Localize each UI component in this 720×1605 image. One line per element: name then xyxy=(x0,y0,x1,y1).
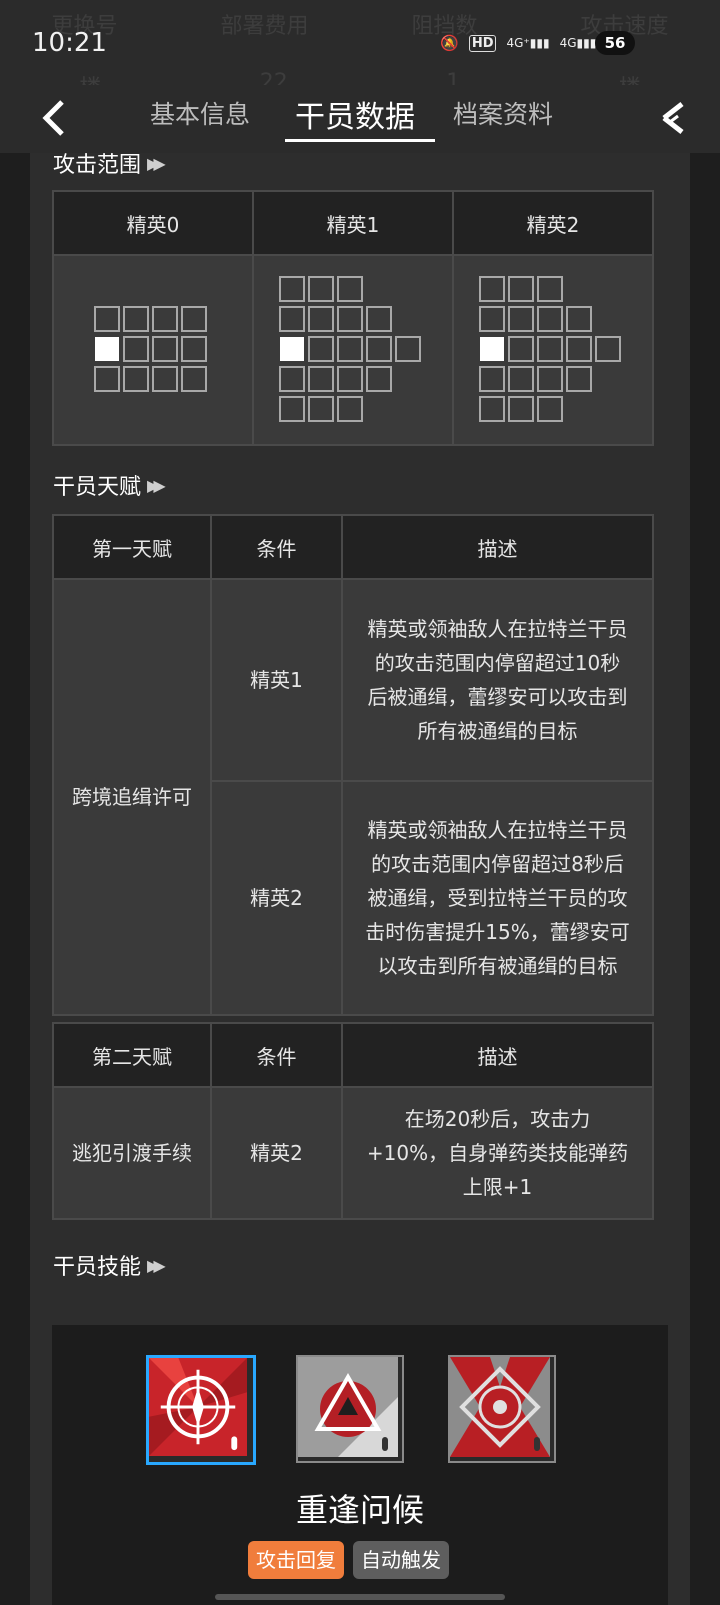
top-nav: 基本信息 干员数据 档案资料 xyxy=(0,85,720,153)
talent1-name: 跨境追缉许可 xyxy=(52,578,212,1016)
double-arrow-icon: ▶▶ xyxy=(147,153,165,173)
status-icons: 🔕 HD 4G⁺▮▮▮ 4G▮▮▮ 📶 xyxy=(440,28,720,58)
talent2-name: 逃犯引渡手续 xyxy=(52,1086,212,1220)
skill-1-button[interactable] xyxy=(146,1355,256,1465)
talent1-header-condition: 条件 xyxy=(210,514,343,580)
range-cell-e0 xyxy=(52,254,254,446)
skill-name: 重逢问候 xyxy=(295,1491,424,1529)
chevron-left-icon xyxy=(42,100,64,136)
talent1-condition-e1: 精英1 xyxy=(210,578,343,782)
talent2-header-name: 第二天赋 xyxy=(52,1022,212,1088)
signal-icon: 4G⁺▮▮▮ xyxy=(506,36,550,50)
mute-icon: 🔕 xyxy=(440,34,459,52)
range-grid-e0 xyxy=(94,306,207,392)
tab-basic-info[interactable]: 基本信息 xyxy=(150,95,250,131)
skills-section-title: 干员技能 ▶▶ xyxy=(53,1249,165,1281)
signal-icon: 4G▮▮▮ xyxy=(559,36,597,50)
double-arrow-icon: ▶▶ xyxy=(147,1255,165,1275)
talent2-condition: 精英2 xyxy=(210,1086,343,1220)
talent2-description: 在场20秒后，攻击力+10%，自身弹药类技能弹药上限+1 xyxy=(341,1086,654,1220)
status-time: 10:21 xyxy=(32,28,107,58)
back-button[interactable] xyxy=(28,93,78,143)
triangle-skill-icon xyxy=(298,1357,398,1457)
talent-title: 干员天赋 xyxy=(53,475,142,500)
skills-title: 干员技能 xyxy=(53,1255,142,1280)
faded-label: 部署费用 xyxy=(220,14,309,39)
talent2-header-condition: 条件 xyxy=(210,1022,343,1088)
range-header-e0: 精英0 xyxy=(52,190,254,256)
status-bar: 更换号 部署费用 阻挡数 攻击速度 楼 22 1 楼 10:21 🔕 HD 4G… xyxy=(0,0,720,101)
skill-2-button[interactable] xyxy=(296,1355,404,1463)
tab-archive[interactable]: 档案资料 xyxy=(453,95,553,131)
range-grid-e1 xyxy=(279,276,421,422)
skill-tag-recovery: 攻击回复 xyxy=(248,1541,344,1579)
talent1-table: 第一天赋 条件 描述 跨境追缉许可 精英1 精英或领袖敌人在拉特兰干员的攻击范围… xyxy=(52,514,654,1016)
skill-3-button[interactable] xyxy=(448,1355,556,1463)
range-header-e2: 精英2 xyxy=(452,190,654,256)
crosshair-skill-icon xyxy=(149,1358,247,1456)
talent1-description-e2: 精英或领袖敌人在拉特兰干员的攻击范围内停留超过8秒后被通缉，受到拉特兰干员的攻击… xyxy=(341,780,654,1016)
hd-icon: HD xyxy=(468,34,497,52)
talent-section-title: 干员天赋 ▶▶ xyxy=(53,469,165,501)
share-button[interactable] xyxy=(648,93,698,143)
range-section-title: 攻击范围 ▶▶ xyxy=(53,153,165,179)
range-grid-e2 xyxy=(479,276,621,422)
talent1-header-name: 第一天赋 xyxy=(52,514,212,580)
talent1-header-description: 描述 xyxy=(341,514,654,580)
range-header-e1: 精英1 xyxy=(252,190,454,256)
skill-tag-trigger: 自动触发 xyxy=(353,1541,449,1579)
talent2-table: 第二天赋 条件 描述 逃犯引渡手续 精英2 在场20秒后，攻击力+10%，自身弹… xyxy=(52,1022,654,1220)
range-cell-e1 xyxy=(252,254,454,446)
tab-operator-data[interactable]: 干员数据 xyxy=(295,92,415,136)
range-table: 精英0 精英1 精英2 xyxy=(52,190,654,446)
battery-indicator: 56 xyxy=(595,31,635,55)
talent1-condition-e2: 精英2 xyxy=(210,780,343,1016)
range-title: 攻击范围 xyxy=(53,153,142,178)
operator-data-panel[interactable]: 攻击范围 ▶▶ 精英0 精英1 精英2 干员天赋 ▶▶ 第一天赋 条件 描述 跨… xyxy=(30,153,690,1605)
talent2-header-description: 描述 xyxy=(341,1022,654,1088)
home-indicator[interactable] xyxy=(215,1594,505,1600)
range-cell-e2 xyxy=(452,254,654,446)
share-icon xyxy=(662,102,684,134)
double-arrow-icon: ▶▶ xyxy=(147,475,165,495)
active-tab-indicator xyxy=(285,139,435,142)
battery-level: 56 xyxy=(604,34,626,52)
skills-panel: 重逢问候 攻击回复 自动触发 xyxy=(52,1325,668,1605)
diamond-skill-icon xyxy=(450,1357,550,1457)
talent1-description-e1: 精英或领袖敌人在拉特兰干员的攻击范围内停留超过10秒后被通缉，蕾缪安可以攻击到所… xyxy=(341,578,654,782)
